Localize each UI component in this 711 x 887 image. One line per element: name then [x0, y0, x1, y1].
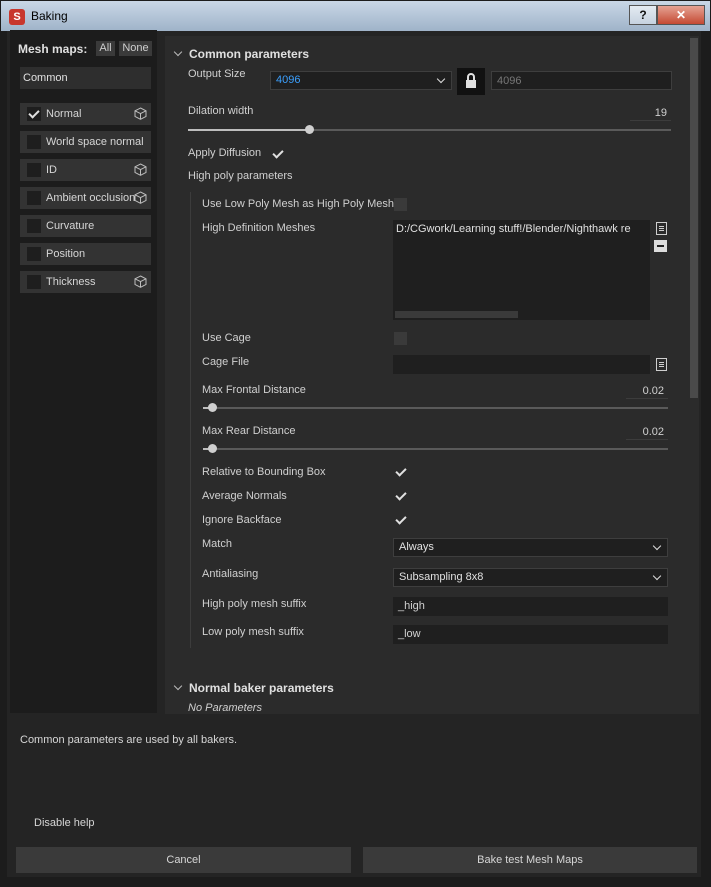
mesh-map-label: Normal [46, 108, 82, 120]
mesh-map-checkbox[interactable] [27, 247, 41, 261]
scrollbar-thumb[interactable] [690, 38, 698, 398]
relative-bbox-checkbox[interactable] [394, 466, 406, 478]
output-size-select[interactable]: 4096 [270, 71, 452, 90]
relative-bbox-label: Relative to Bounding Box [202, 466, 326, 478]
substance-logo-icon: S [9, 9, 25, 25]
cage-file-field[interactable] [393, 355, 650, 374]
normal-baker-header[interactable]: Normal baker parameters [189, 681, 334, 695]
mesh-cube-icon [134, 163, 147, 176]
mesh-map-item[interactable]: Position [20, 243, 151, 265]
mesh-map-checkbox[interactable] [27, 135, 41, 149]
mesh-map-checkbox[interactable] [27, 275, 41, 289]
add-file-icon[interactable] [656, 222, 667, 235]
mesh-map-item[interactable]: ID [20, 159, 151, 181]
mesh-cube-icon [134, 275, 147, 288]
average-normals-checkbox[interactable] [394, 490, 406, 502]
high-suffix-label: High poly mesh suffix [202, 598, 307, 610]
mesh-map-checkbox[interactable] [27, 219, 41, 233]
output-size-linked-field: 4096 [491, 71, 672, 90]
mesh-cube-icon [134, 107, 147, 120]
output-size-value: 4096 [276, 74, 301, 86]
antialiasing-select[interactable]: Subsampling 8x8 [393, 568, 668, 587]
antialiasing-label: Antialiasing [202, 568, 259, 580]
mesh-map-checkbox[interactable] [27, 163, 41, 177]
dilation-width-label: Dilation width [188, 105, 254, 117]
hd-meshes-label: High Definition Meshes [202, 222, 316, 234]
max-frontal-slider-track[interactable] [203, 407, 668, 409]
disable-help-button[interactable]: Disable help [34, 817, 95, 829]
low-suffix-label: Low poly mesh suffix [202, 626, 304, 638]
mesh-map-label: Ambient occlusion [46, 192, 136, 204]
apply-diffusion-checkbox[interactable] [271, 148, 283, 160]
hd-mesh-path[interactable]: D:/CGwork/Learning stuff!/Blender/Nighth… [396, 223, 631, 235]
mesh-map-item[interactable]: Curvature [20, 215, 151, 237]
high-suffix-field[interactable]: _high [393, 597, 668, 616]
help-button[interactable]: ? [629, 5, 657, 25]
mesh-map-item[interactable]: Ambient occlusion [20, 187, 151, 209]
dilation-width-value[interactable]: 19 [630, 106, 671, 121]
use-low-poly-checkbox[interactable] [394, 198, 407, 211]
match-value: Always [399, 541, 434, 553]
max-frontal-slider-handle[interactable] [208, 403, 217, 412]
mesh-map-item[interactable]: Thickness [20, 271, 151, 293]
mesh-map-label: World space normal [46, 136, 144, 148]
chevron-down-icon [652, 571, 662, 581]
use-low-poly-label: Use Low Poly Mesh as High Poly Mesh [202, 198, 394, 210]
match-label: Match [202, 538, 232, 550]
mesh-map-label: Position [46, 248, 86, 260]
ignore-backface-label: Ignore Backface [202, 514, 282, 526]
antialiasing-value: Subsampling 8x8 [399, 571, 484, 583]
mesh-map-label: Curvature [46, 220, 95, 232]
use-cage-label: Use Cage [202, 332, 251, 344]
mesh-map-item[interactable]: Normal [20, 103, 151, 125]
mesh-map-label: Thickness [46, 276, 96, 288]
max-frontal-distance-value[interactable]: 0.02 [626, 384, 668, 399]
mesh-map-checkbox[interactable] [27, 191, 41, 205]
mesh-map-label: ID [46, 164, 57, 176]
chevron-down-icon [436, 74, 446, 84]
window-title: Baking [31, 9, 68, 23]
use-cage-checkbox[interactable] [394, 332, 407, 345]
common-parameters-item[interactable]: Common [20, 67, 151, 89]
chevron-down-icon [652, 541, 662, 551]
select-none-button[interactable]: None [119, 41, 152, 56]
low-suffix-field[interactable]: _low [393, 625, 668, 644]
cage-file-browse-icon[interactable] [656, 358, 667, 371]
apply-diffusion-label: Apply Diffusion [188, 147, 262, 159]
lock-icon [466, 73, 476, 88]
dilation-slider-handle[interactable] [305, 125, 314, 134]
max-rear-slider-track[interactable] [203, 448, 668, 450]
group-indent-line [190, 192, 191, 648]
mesh-map-item[interactable]: World space normal [20, 131, 151, 153]
max-rear-distance-value[interactable]: 0.02 [626, 425, 668, 440]
cage-file-label: Cage File [202, 356, 250, 368]
remove-file-button[interactable] [654, 240, 667, 252]
title-bar[interactable]: S Baking ? ✕ [1, 1, 710, 31]
hd-list-hscroll[interactable] [395, 311, 518, 318]
cancel-button[interactable]: Cancel [16, 847, 351, 873]
hd-meshes-list[interactable]: D:/CGwork/Learning stuff!/Blender/Nighth… [393, 220, 650, 320]
mesh-cube-icon [134, 191, 147, 204]
output-size-label: Output Size [188, 68, 246, 80]
close-button[interactable]: ✕ [657, 5, 705, 25]
max-rear-distance-label: Max Rear Distance [202, 425, 296, 437]
no-parameters-text: No Parameters [188, 702, 262, 714]
ignore-backface-checkbox[interactable] [394, 514, 406, 526]
common-parameters-header[interactable]: Common parameters [189, 47, 309, 61]
help-text: Common parameters are used by all bakers… [20, 734, 238, 746]
dilation-slider-fill [188, 129, 309, 131]
max-frontal-distance-label: Max Frontal Distance [202, 384, 306, 396]
minus-icon [657, 245, 664, 247]
bake-button[interactable]: Bake test Mesh Maps [363, 847, 697, 873]
match-select[interactable]: Always [393, 538, 668, 557]
mesh-maps-label: Mesh maps: [18, 42, 88, 56]
max-rear-slider-handle[interactable] [208, 444, 217, 453]
lock-ratio-button[interactable] [457, 68, 485, 95]
average-normals-label: Average Normals [202, 490, 287, 502]
high-poly-parameters-label: High poly parameters [188, 170, 293, 182]
select-all-button[interactable]: All [96, 41, 115, 56]
mesh-map-checkbox[interactable] [27, 107, 41, 121]
